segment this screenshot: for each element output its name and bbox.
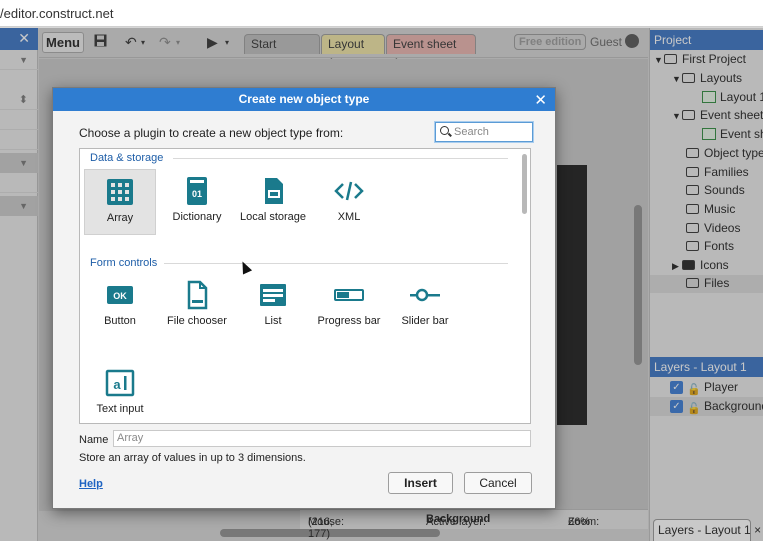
help-link[interactable]: Help xyxy=(79,478,103,490)
slider-bar-icon xyxy=(410,288,440,302)
plugin-label: Button xyxy=(104,315,136,327)
plugin-button[interactable]: OK Button xyxy=(84,273,156,328)
xml-code-icon xyxy=(334,181,364,201)
svg-text:01: 01 xyxy=(192,189,202,199)
plugin-array[interactable]: Array xyxy=(84,169,156,235)
name-input[interactable]: Array xyxy=(113,430,531,447)
plugin-label: List xyxy=(264,315,282,327)
list-scrollbar[interactable] xyxy=(522,154,527,214)
divider xyxy=(164,263,508,264)
text-input-icon: a xyxy=(105,369,135,397)
search-icon xyxy=(440,126,449,135)
plugin-list[interactable]: List xyxy=(237,273,309,328)
plugin-list[interactable]: Data & storage Array 01 Dictionary Local… xyxy=(79,148,531,424)
divider xyxy=(173,158,508,159)
plugin-label: XML xyxy=(337,211,361,223)
plugin-label: Local storage xyxy=(239,211,307,223)
search-placeholder: Search xyxy=(454,126,489,138)
insert-button[interactable]: Insert xyxy=(388,472,453,494)
dictionary-icon: 01 xyxy=(187,177,207,205)
file-chooser-icon xyxy=(187,280,208,310)
svg-text:a: a xyxy=(113,377,121,392)
plugin-label: Slider bar xyxy=(401,315,449,327)
svg-text:OK: OK xyxy=(113,291,127,301)
section-header-data-storage: Data & storage xyxy=(90,152,164,164)
cancel-button[interactable]: Cancel xyxy=(464,472,532,494)
list-icon xyxy=(260,284,286,306)
plugin-xml[interactable]: XML xyxy=(313,169,385,224)
dialog-title-bar: Create new object type ✕ xyxy=(53,88,555,111)
plugin-text-input[interactable]: a Text input xyxy=(84,361,156,416)
section-header-form-controls: Form controls xyxy=(90,257,158,269)
local-storage-icon xyxy=(265,178,283,204)
plugin-label: Array xyxy=(106,212,134,224)
plugin-file-chooser[interactable]: File chooser xyxy=(161,273,233,328)
progress-bar-icon xyxy=(334,289,364,301)
dialog-title: Create new object type xyxy=(238,92,370,106)
plugin-local-storage[interactable]: Local storage xyxy=(237,169,309,224)
create-object-dialog: Create new object type ✕ Choose a plugin… xyxy=(52,87,556,509)
array-icon xyxy=(107,179,133,205)
plugin-dictionary[interactable]: 01 Dictionary xyxy=(161,169,233,224)
plugin-slider-bar[interactable]: Slider bar xyxy=(389,273,461,328)
plugin-label: Text input xyxy=(96,403,144,415)
plugin-label: Dictionary xyxy=(172,211,222,223)
close-icon[interactable]: ✕ xyxy=(534,89,547,112)
name-label: Name xyxy=(79,434,109,446)
browser-url-bar[interactable]: /editor.construct.net xyxy=(0,0,763,27)
plugin-description: Store an array of values in up to 3 dime… xyxy=(79,452,306,464)
button-ok-icon: OK xyxy=(107,286,133,304)
plugin-progress-bar[interactable]: Progress bar xyxy=(313,273,385,328)
search-input[interactable]: Search xyxy=(435,122,533,142)
dialog-instruction: Choose a plugin to create a new object t… xyxy=(79,126,344,140)
plugin-label: Progress bar xyxy=(317,315,381,327)
plugin-label: File chooser xyxy=(167,315,227,327)
url-text[interactable]: /editor.construct.net xyxy=(0,6,113,21)
